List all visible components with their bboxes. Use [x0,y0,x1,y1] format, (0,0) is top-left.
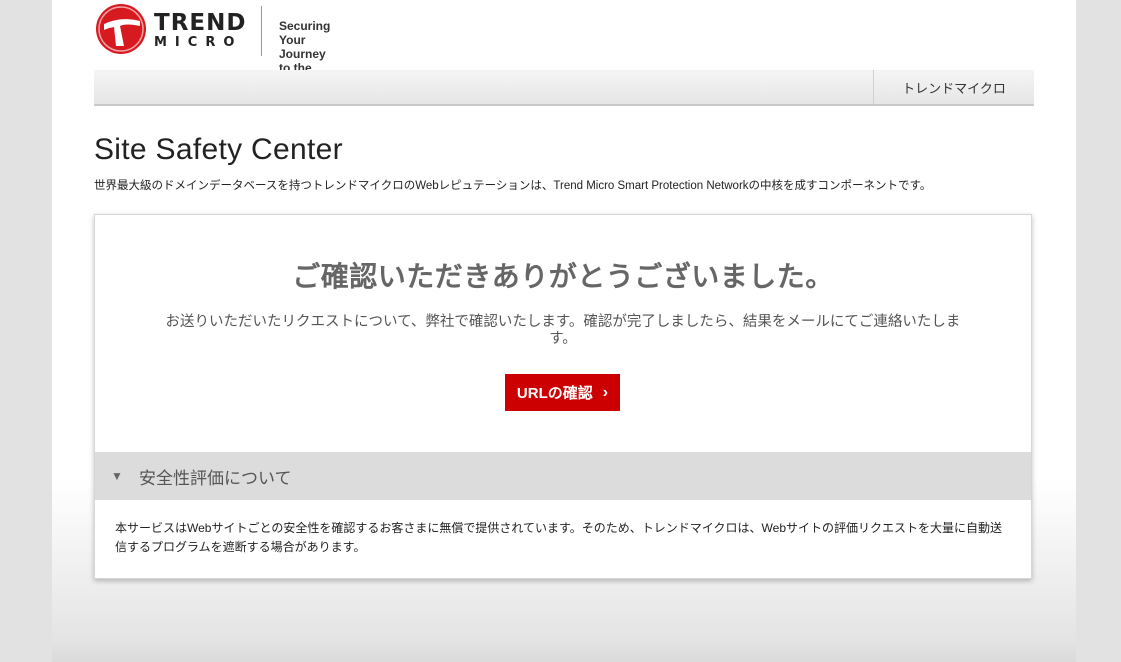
confirmation-card: ご確認いただきありがとうございました。 お送りいただいたリクエストについて、弊社… [94,214,1032,579]
logo-line2: MICRO [154,35,243,50]
page-container: TREND MICRO Securing Your Journey to the… [52,0,1076,662]
thanks-message: お送りいただいたリクエストについて、弊社で確認いたします。確認が完了しましたら、… [165,314,961,347]
page-description: 世界最大級のドメインデータベースを持つトレンドマイクロのWebレピュテーションは… [94,180,932,192]
logo-wordmark: TREND MICRO [154,11,246,50]
top-navbar: トレンドマイクロ [94,70,1034,106]
chevron-right-icon: › [602,383,609,401]
check-url-button-label: URLの確認 [516,385,593,402]
accordion-title: 安全性評価について [139,468,292,488]
tagline-line1: Securing Your Journey [279,19,331,61]
logo-mark-icon [96,4,146,54]
logo-divider [261,6,262,56]
logo-line1: TREND [154,10,247,36]
accordion-body: 本サービスはWebサイトごとの安全性を確認するお客さまに無償で提供されています。… [115,521,1003,554]
page-title: Site Safety Center [94,133,343,166]
check-url-button[interactable]: URLの確認 › [505,374,620,411]
thanks-heading: ご確認いただきありがとうございました。 [292,261,834,292]
triangle-down-icon: ▼ [111,469,123,483]
safety-rating-accordion-header[interactable]: ▼ 安全性評価について [95,452,1031,500]
nav-link-trendmicro[interactable]: トレンドマイクロ [873,70,1034,104]
